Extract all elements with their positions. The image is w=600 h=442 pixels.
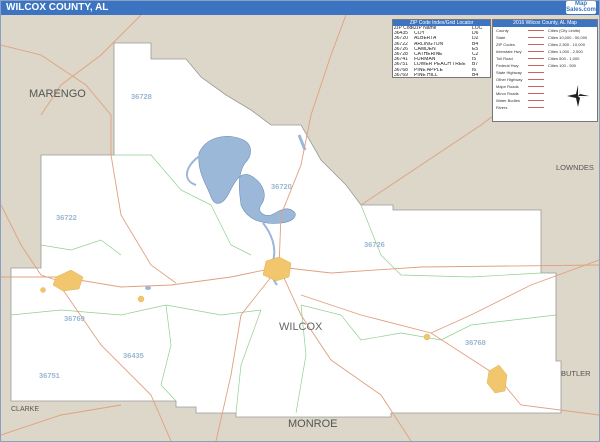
city-small-1 [40, 287, 46, 293]
legend-swatch [528, 93, 544, 94]
zip-label-36728: 36728 [131, 92, 152, 101]
legend-label: Interstate Hwy [496, 49, 522, 54]
legend-row: County Cities (City Limits) [493, 27, 597, 34]
legend-swatch [528, 72, 544, 73]
mapsales-logo[interactable]: Map Sales.com [566, 1, 596, 14]
legend-swatch [528, 107, 544, 108]
legend-row: ZIP Codes Cities 2,500 - 10,000 [493, 41, 597, 48]
legend-label: Minor Roads [496, 91, 519, 96]
legend-label: ZIP Codes [496, 42, 515, 47]
zip-label-36720: 36720 [271, 182, 292, 191]
legend-header: 2016 Wilcox County, AL Map [493, 20, 597, 27]
legend-swatch [528, 65, 544, 66]
legend-right-label: Cities 1,000 - 2,500 [548, 49, 583, 54]
legend-swatch [528, 37, 544, 38]
legend-swatch [528, 58, 544, 59]
legend-label: County [496, 28, 509, 33]
label-marengo: MARENGO [29, 88, 86, 100]
legend-right-label: Cities 10,000 - 50,000 [548, 35, 588, 40]
legend-row: State Cities 10,000 - 50,000 [493, 34, 597, 41]
zip-label-36435: 36435 [123, 351, 144, 360]
zip-label-36751: 36751 [39, 371, 60, 380]
legend-label: Other Highway [496, 77, 523, 82]
zip-code-cell: 36769 [394, 72, 408, 78]
legend-row: Interstate Hwy Cities 1,000 - 2,500 [493, 48, 597, 55]
legend-swatch [528, 30, 544, 31]
legend-right-label: Cities 500 - 1,000 [548, 56, 580, 61]
legend-label: Major Roads [496, 84, 519, 89]
legend-label: Water Bodies [496, 98, 520, 103]
zip-name-cell: PINE HILL [414, 72, 438, 78]
label-wilcox: WILCOX [279, 321, 323, 333]
city-small-3 [423, 333, 431, 341]
label-clarke: CLARKE [11, 406, 39, 413]
legend-swatch [528, 79, 544, 80]
zip-code-table: ZIP Code Index/Grid Locator ZIP Code ZIP… [392, 19, 491, 78]
legend-label: Toll Road [496, 56, 513, 61]
legend-swatch [528, 100, 544, 101]
zip-table-row: 36769 PINE HILL B4 [393, 73, 490, 78]
zip-label-36768: 36768 [465, 338, 486, 347]
legend-label: Rivers [496, 105, 508, 110]
legend-swatch [528, 44, 544, 45]
legend-row: Other Highway [493, 76, 597, 83]
pond [145, 286, 151, 290]
zip-label-36769: 36769 [64, 314, 85, 323]
label-lowndes: LOWNDES [556, 163, 594, 172]
zip-label-36726: 36726 [364, 240, 385, 249]
legend-label: State [496, 35, 506, 40]
label-monroe: MONROE [288, 418, 338, 430]
zip-label-36722: 36722 [56, 213, 77, 222]
zip-loc-cell: B4 [472, 72, 479, 78]
compass-icon [567, 85, 589, 107]
legend-right-label: Cities (City Limits) [548, 28, 581, 33]
legend-label: Federal Hwy [496, 63, 519, 68]
city-small-2 [137, 295, 145, 303]
legend-right-label: Cities 100 - 500 [548, 63, 577, 68]
legend-swatch [528, 86, 544, 87]
map-title: WILCOX COUNTY, AL [1, 1, 599, 15]
logo-line2: Sales.com [566, 7, 596, 13]
legend-swatch [528, 51, 544, 52]
legend-row: Toll Road Cities 500 - 1,000 [493, 55, 597, 62]
legend-row: Federal Hwy Cities 100 - 500 [493, 62, 597, 69]
legend-label: State Highway [496, 70, 522, 75]
label-butler: BUTLER [561, 369, 591, 378]
legend-right-label: Cities 2,500 - 10,000 [548, 42, 585, 47]
legend-row: State Highway [493, 69, 597, 76]
